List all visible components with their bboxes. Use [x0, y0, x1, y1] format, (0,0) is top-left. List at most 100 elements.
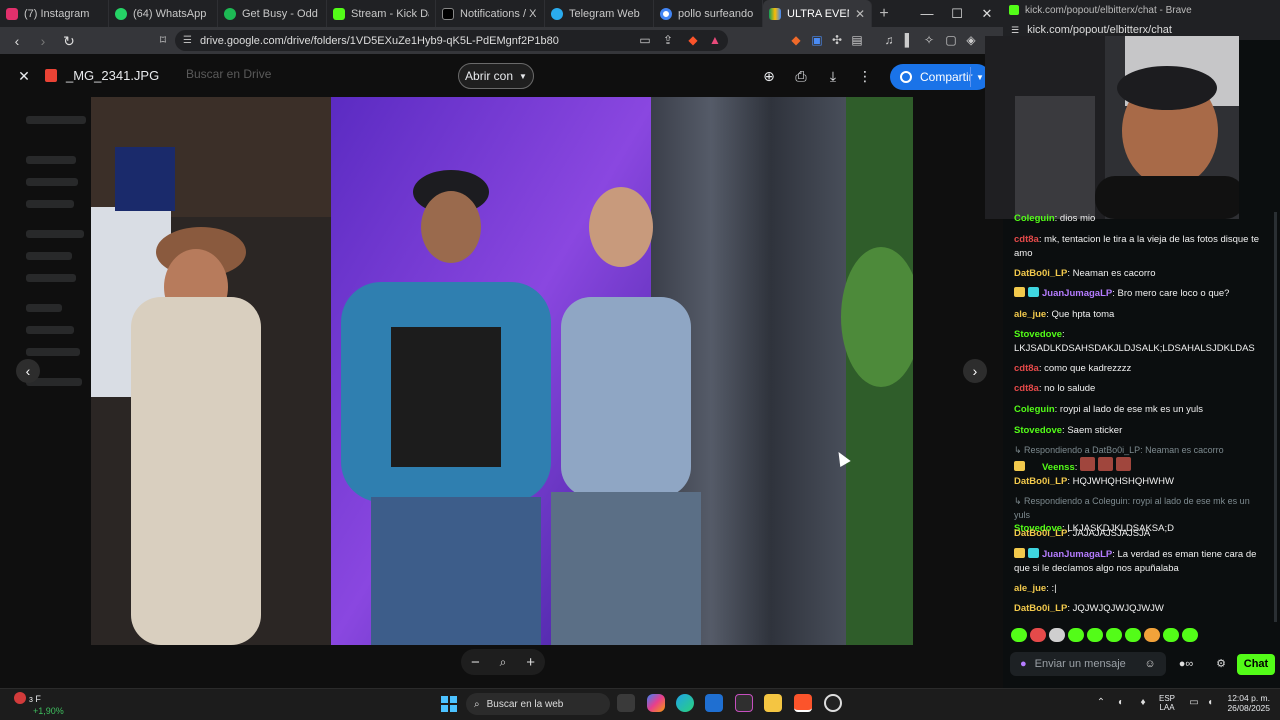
- chat-username[interactable]: cdt8a: [1014, 234, 1039, 245]
- chat-message: cdt8a: como que kadrezzzz: [1014, 363, 1132, 374]
- close-viewer-icon[interactable]: ✕: [14, 66, 34, 86]
- forward-icon[interactable]: ›: [32, 30, 54, 52]
- emote-button[interactable]: [1011, 628, 1027, 642]
- chat-username[interactable]: cdt8a: [1014, 363, 1039, 374]
- emote-button[interactable]: [1182, 628, 1198, 642]
- volume-icon[interactable]: ◖: [1204, 697, 1216, 709]
- chat-username[interactable]: Coleguin: [1014, 404, 1055, 415]
- microphone-tray-icon[interactable]: ♦: [1137, 697, 1149, 709]
- close-tab-icon[interactable]: ✕: [855, 7, 865, 21]
- extension-fox-icon[interactable]: ◆: [787, 31, 805, 49]
- tab-google[interactable]: pollo surfeando - Bu: [654, 0, 763, 27]
- tab-instagram[interactable]: (7) Instagram: [0, 0, 109, 27]
- chat-username[interactable]: DatBo0i_LP: [1014, 476, 1067, 487]
- chat-username[interactable]: DatBo0i_LP: [1014, 603, 1067, 614]
- brave-rewards-icon[interactable]: ▲: [706, 31, 724, 49]
- leo-ai-icon[interactable]: ✧: [920, 31, 938, 49]
- tab-telegram[interactable]: Telegram Web: [545, 0, 654, 27]
- edge-icon[interactable]: [676, 694, 694, 712]
- tab-whatsapp[interactable]: (64) WhatsApp: [109, 0, 218, 27]
- chevron-down-icon[interactable]: ▼: [976, 73, 984, 82]
- site-info-icon[interactable]: ☰: [183, 35, 192, 46]
- cast-icon[interactable]: ▭: [636, 31, 654, 49]
- chat-username[interactable]: JuanJumagaLP: [1042, 549, 1112, 560]
- obs-icon[interactable]: [824, 694, 842, 712]
- back-icon[interactable]: ‹: [6, 30, 28, 52]
- emote-button[interactable]: [1144, 628, 1160, 642]
- reload-icon[interactable]: ↻: [58, 30, 80, 52]
- sidebar-icon[interactable]: ▌: [900, 31, 918, 49]
- chat-settings-icon[interactable]: ⚙: [1213, 656, 1229, 672]
- more-options-icon[interactable]: ⋮: [855, 66, 875, 86]
- chat-username[interactable]: ale_jue: [1014, 583, 1046, 594]
- store-icon[interactable]: [705, 694, 723, 712]
- task-view-icon[interactable]: [617, 694, 635, 712]
- translate-icon[interactable]: ▣: [808, 31, 826, 49]
- open-with-button[interactable]: Abrir con ▼: [458, 63, 534, 89]
- sub-badge-icon: [1028, 548, 1039, 558]
- bookmark-icon[interactable]: ⌑: [154, 31, 172, 49]
- tab-spotify[interactable]: Get Busy - Odd M: [218, 0, 327, 27]
- emoji-picker-icon[interactable]: ☺: [1142, 656, 1158, 672]
- previous-image-button[interactable]: ‹: [16, 359, 40, 383]
- emote-button[interactable]: [1125, 628, 1141, 642]
- tab-kick[interactable]: Stream - Kick Dashb: [327, 0, 436, 27]
- maximize-icon[interactable]: ☐: [942, 0, 972, 27]
- chat-username[interactable]: DatBo0i_LP: [1014, 268, 1067, 279]
- emote-button[interactable]: [1163, 628, 1179, 642]
- chat-username[interactable]: ale_jue: [1014, 309, 1046, 320]
- kick-points-icon[interactable]: ●∞: [1178, 656, 1194, 672]
- zoom-out-button[interactable]: −: [471, 654, 480, 671]
- emote-button[interactable]: [1030, 628, 1046, 642]
- wallet-icon[interactable]: ▢: [942, 31, 960, 49]
- windows-start-icon[interactable]: [441, 696, 457, 712]
- download-icon[interactable]: ⤓: [823, 66, 843, 86]
- chat-send-button[interactable]: Chat: [1237, 654, 1275, 675]
- close-window-icon[interactable]: ✕: [972, 0, 1002, 27]
- tray-app-icon[interactable]: ◐: [1115, 697, 1127, 709]
- chat-username[interactable]: Coleguin: [1014, 213, 1055, 224]
- snipping-tool-icon[interactable]: [735, 694, 753, 712]
- copilot-icon[interactable]: [647, 694, 665, 712]
- tab-x[interactable]: Notifications / X: [436, 0, 545, 27]
- tab-label: (7) Instagram: [24, 7, 90, 20]
- chat-username[interactable]: Stovedove: [1014, 425, 1062, 436]
- new-tab-button[interactable]: +: [872, 5, 896, 23]
- zoom-in-button[interactable]: +: [526, 654, 535, 671]
- chat-username[interactable]: JuanJumagaLP: [1042, 288, 1112, 299]
- telegram-icon: [551, 7, 563, 20]
- network-icon[interactable]: ▭: [1188, 697, 1200, 709]
- emote-button[interactable]: [1087, 628, 1103, 642]
- share-button[interactable]: Compartir ▼: [890, 64, 990, 90]
- media-icon[interactable]: ♫: [880, 31, 898, 49]
- chat-message: DatBo0i_LP: JQJWJQJWJQJWJW: [1014, 603, 1164, 614]
- file-explorer-icon[interactable]: [764, 694, 782, 712]
- chat-username[interactable]: cdt8a: [1014, 383, 1039, 394]
- brave-icon[interactable]: [794, 694, 812, 712]
- chat-username[interactable]: DatBo0i_LP: [1014, 528, 1067, 539]
- vpn-icon[interactable]: ◈: [962, 31, 980, 49]
- tab-ultra-evento[interactable]: ULTRA EVENTO ✕: [763, 0, 872, 27]
- next-image-button[interactable]: ›: [963, 359, 987, 383]
- microphone-icon[interactable]: ●: [1020, 658, 1027, 670]
- chat-username[interactable]: Stovedove: [1014, 329, 1062, 340]
- minimize-icon[interactable]: —: [912, 0, 942, 27]
- tab-search-icon[interactable]: ▤: [848, 31, 866, 49]
- add-to-drive-icon[interactable]: ⊕: [759, 66, 779, 86]
- taskbar-clock[interactable]: 12:04 p. m. 26/08/2025: [1226, 693, 1270, 713]
- zoom-reset-icon[interactable]: ⌕: [500, 655, 507, 670]
- emote-button[interactable]: [1106, 628, 1122, 642]
- tab-label: (64) WhatsApp: [133, 7, 207, 20]
- stock-widget[interactable]: 3 F +1,90%: [14, 692, 64, 717]
- tray-overflow-icon[interactable]: ⌃: [1095, 697, 1107, 709]
- language-indicator[interactable]: ESP LAA: [1159, 694, 1175, 712]
- chat-username[interactable]: Veenss: [1042, 462, 1075, 473]
- print-icon[interactable]: ⎙: [791, 66, 811, 86]
- extensions-icon[interactable]: ✣: [828, 31, 846, 49]
- taskbar-search[interactable]: ⌕ Buscar en la web: [466, 693, 610, 715]
- brave-shields-icon[interactable]: ◆: [684, 31, 702, 49]
- emote-button[interactable]: [1049, 628, 1065, 642]
- emote-button[interactable]: [1068, 628, 1084, 642]
- share-page-icon[interactable]: ⇪: [659, 31, 677, 49]
- chat-scrollbar[interactable]: [1274, 212, 1277, 622]
